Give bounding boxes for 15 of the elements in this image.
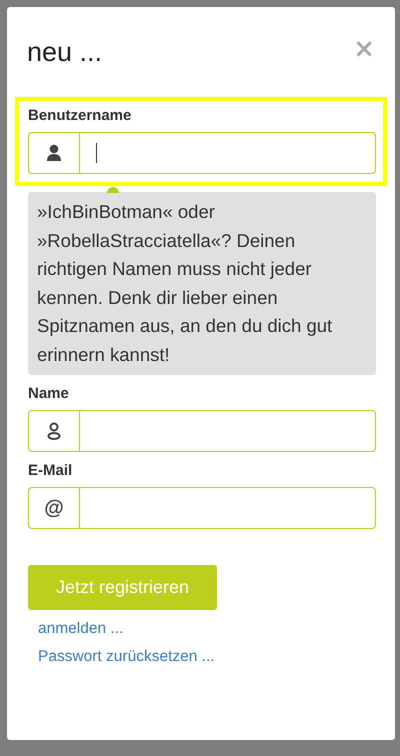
input-field[interactable]: [28, 132, 376, 174]
link[interactable]: anmelden ...: [38, 620, 124, 638]
person-icon: [47, 422, 61, 440]
field-label: Name: [28, 385, 70, 402]
tooltip-arrow: [107, 187, 119, 193]
tooltip: »IchBinBotman« oder »RobellaStracciatella«? Deinen richtigen Namen muss nicht jeder kennen. Denk dir lieber einen Spitznamen aus, an den du dich gut erinnern kannst!: [28, 192, 376, 375]
field-label: Benutzername: [28, 107, 132, 124]
input-field[interactable]: @: [28, 487, 376, 529]
person-icon: [47, 144, 61, 162]
input-field[interactable]: [28, 410, 376, 452]
dialog-title: neu ...: [27, 37, 102, 68]
field-label: E-Mail: [28, 462, 74, 479]
close-button[interactable]: ×: [353, 36, 375, 62]
at-icon: @: [44, 496, 64, 520]
link[interactable]: Passwort zurücksetzen ...: [38, 648, 215, 666]
